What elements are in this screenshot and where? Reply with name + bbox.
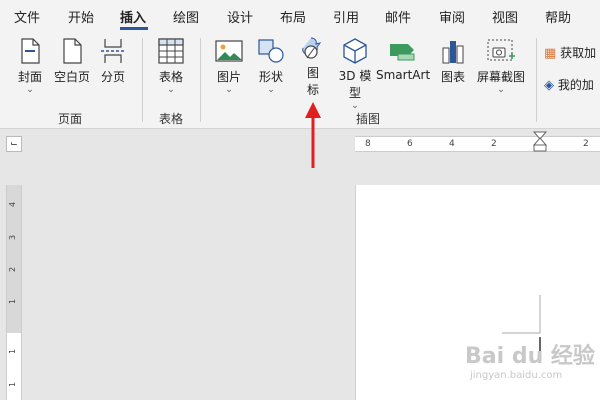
watermark-url: jingyan.baidu.com <box>470 370 563 381</box>
shapes-icon <box>258 39 284 63</box>
chevron-down-icon: ⌄ <box>26 85 34 95</box>
icons-label-top: 图 <box>306 66 319 80</box>
ruler-tick: 2 <box>491 139 497 149</box>
vertical-ruler: 4 3 2 1 1 1 <box>6 185 22 400</box>
my-addins-label: 我的加 <box>557 78 594 92</box>
page-break-label: 分页 <box>100 70 125 84</box>
get-addins-button[interactable]: ▦ 获取加 <box>544 44 596 61</box>
blank-page-label: 空白页 <box>53 70 90 84</box>
icons-icon <box>302 37 322 59</box>
tab-draw[interactable]: 绘图 <box>173 7 199 26</box>
group-divider <box>200 38 201 122</box>
table-group-label: 表格 <box>159 112 184 126</box>
tab-view[interactable]: 视图 <box>492 7 518 26</box>
store-icon: ▦ <box>544 46 557 61</box>
tab-review[interactable]: 审阅 <box>439 7 465 26</box>
my-addins-button[interactable]: ◈ 我的加 <box>544 76 594 93</box>
page-break-icon <box>101 39 125 63</box>
tab-layout[interactable]: 布局 <box>280 7 306 26</box>
ruler-tick: 2 <box>583 139 589 149</box>
ruler-tick: 3 <box>8 234 18 241</box>
chevron-down-icon: ⌄ <box>497 85 505 95</box>
active-tab-indicator <box>120 27 148 30</box>
blank-page-button[interactable]: 空白页 <box>52 38 92 85</box>
get-addins-label: 获取加 <box>560 46 597 60</box>
3d-models-label-top: 3D 模 <box>338 69 372 83</box>
icons-label-bottom: 标 <box>306 83 319 97</box>
chart-label: 图表 <box>440 70 465 84</box>
3d-models-label-bottom: 型 <box>348 86 361 100</box>
smartart-button[interactable]: SmartArt <box>376 38 430 82</box>
ruler-tick: 4 <box>8 201 18 208</box>
tab-selector[interactable]: ⌙ <box>6 136 22 152</box>
screenshot-button[interactable]: 屏幕截图 ⌄ <box>472 38 530 95</box>
watermark-logo: Bai du 经验 <box>465 344 595 369</box>
cover-page-button[interactable]: 封面 ⌄ <box>12 38 48 95</box>
chevron-down-icon: ⌄ <box>225 85 233 95</box>
table-label: 表格 <box>158 70 183 84</box>
icons-button[interactable]: 图 标 <box>298 36 328 98</box>
page-break-button[interactable]: 分页 <box>96 38 130 85</box>
screenshot-label: 屏幕截图 <box>476 70 525 84</box>
ruler-tick: 1 <box>8 381 18 388</box>
smartart-icon <box>390 44 415 61</box>
ruler-tick: 6 <box>407 139 413 149</box>
tab-file[interactable]: 文件 <box>14 7 40 26</box>
blank-page-icon <box>63 38 82 64</box>
menu-bar: 文件 开始 插入 绘图 设计 布局 引用 邮件 审阅 视图 帮助 <box>0 0 600 32</box>
pictures-label: 图片 <box>216 70 241 84</box>
shapes-button[interactable]: 形状 ⌄ <box>252 38 290 95</box>
pictures-button[interactable]: 图片 ⌄ <box>210 38 248 95</box>
group-divider <box>536 38 537 122</box>
table-button[interactable]: 表格 ⌄ <box>152 38 190 95</box>
indent-marker-icon[interactable] <box>533 131 547 153</box>
screenshot-icon <box>487 39 515 61</box>
tab-insert[interactable]: 插入 <box>120 7 146 26</box>
horizontal-ruler: 8 6 4 2 2 <box>355 131 600 152</box>
chevron-down-icon: ⌄ <box>167 85 175 95</box>
chevron-down-icon: ⌄ <box>267 85 275 95</box>
3d-cube-icon <box>343 38 367 64</box>
cover-page-icon <box>21 38 40 64</box>
ruler-tick: 1 <box>8 298 18 305</box>
tab-mailings[interactable]: 邮件 <box>385 7 411 26</box>
shapes-label: 形状 <box>258 70 283 84</box>
ruler-tick: 4 <box>449 139 455 149</box>
tab-design[interactable]: 设计 <box>227 7 253 26</box>
ruler-tick: 2 <box>8 266 18 273</box>
picture-icon <box>215 40 243 62</box>
bar-chart-icon <box>442 41 464 64</box>
ruler-tick: 1 <box>8 348 18 355</box>
pages-group-label: 页面 <box>58 112 83 126</box>
group-divider <box>142 38 143 122</box>
addin-puzzle-icon: ◈ <box>544 78 554 93</box>
chart-button[interactable]: 图表 <box>438 38 468 85</box>
cover-page-label: 封面 <box>17 70 42 84</box>
tab-references[interactable]: 引用 <box>333 7 359 26</box>
3d-models-button[interactable]: 3D 模 型 ⌄ <box>335 38 375 111</box>
ruler-tick: 8 <box>365 139 371 149</box>
table-icon <box>158 38 184 64</box>
tab-help[interactable]: 帮助 <box>545 7 571 26</box>
tab-home[interactable]: 开始 <box>68 7 94 26</box>
ruler-margin-shade <box>7 185 21 333</box>
illustrations-group-label: 插图 <box>356 112 381 126</box>
smartart-label: SmartArt <box>376 68 431 82</box>
